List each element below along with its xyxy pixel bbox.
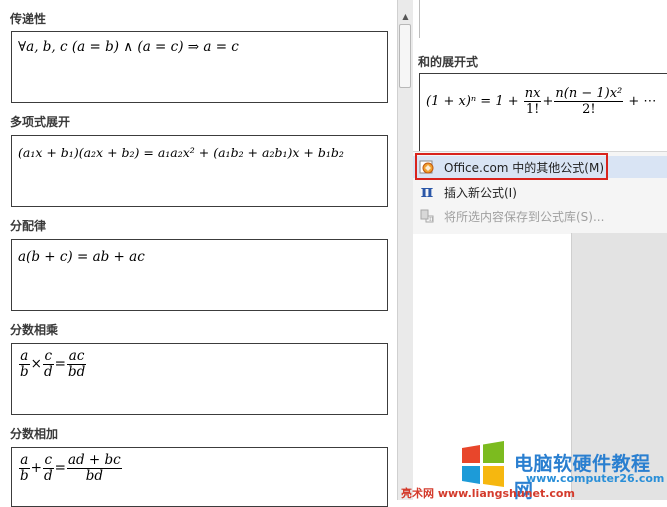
formula-transitive: ∀a, b, c (a = b) ∧ (a = c) ⇒ a = c — [18, 39, 239, 55]
frac-numerator: ad + bc — [66, 452, 122, 469]
watermark-footer: 亮术网 www.liangshunet.com — [401, 487, 575, 500]
divider — [419, 0, 420, 38]
gallery-scrollbar[interactable]: ▲ — [397, 0, 413, 500]
fraction-c-d: c d — [42, 452, 54, 484]
equation-frac-add[interactable]: a b + c d = ad + bc bd — [11, 447, 388, 507]
menu-item-insert-new-equation[interactable]: π 插入新公式(I) — [413, 181, 667, 203]
fraction-result: ac bd — [66, 348, 87, 380]
fraction-nx: nx 1! — [523, 86, 542, 117]
frac-numerator: c — [42, 348, 54, 365]
equation-gallery: 传递性 ∀a, b, c (a = b) ∧ (a = c) ⇒ a = c 多… — [0, 0, 398, 507]
section-title-frac-add: 分数相加 — [10, 427, 59, 441]
frac-numerator: n(n − 1)x² — [554, 86, 624, 102]
menu-item-office-more-equations[interactable]: Office.com 中的其他公式(M) — [413, 156, 667, 178]
equation-transitive[interactable]: ∀a, b, c (a = b) ∧ (a = c) ⇒ a = c — [11, 31, 388, 103]
frac-numerator: c — [42, 452, 54, 469]
binomial-lhs: (1 + x)ⁿ = 1 + — [426, 94, 519, 109]
binomial-tail: + ⋯ — [628, 94, 657, 109]
menu-label-save-selection: 将所选内容保存到公式库(S)... — [444, 209, 605, 224]
frac-denominator: d — [43, 364, 53, 380]
plus-sign: + — [542, 94, 554, 109]
frac-numerator: a — [19, 452, 30, 469]
frac-denominator: bd — [85, 468, 103, 484]
equation-menu: Office.com 中的其他公式(M) π 插入新公式(I) π 将所选内容保… — [413, 151, 667, 234]
section-title-polynomial: 多项式展开 — [10, 115, 71, 129]
watermark-url: www.computer26.com — [526, 472, 665, 485]
frac-denominator: b — [20, 468, 29, 484]
equals-sign: = — [54, 460, 66, 476]
svg-text:π: π — [429, 215, 434, 223]
formula-binomial: (1 + x)ⁿ = 1 + nx 1! + n(n − 1)x² 2! + ⋯ — [426, 86, 656, 117]
fraction-a-b: a b — [19, 349, 30, 380]
frac-denominator: d — [43, 468, 53, 484]
frac-denominator: 1! — [525, 102, 540, 117]
scroll-thumb[interactable] — [399, 24, 411, 88]
section-title-distributive: 分配律 — [10, 219, 47, 233]
formula-distributive: a(b + c) = ab + ac — [18, 249, 145, 265]
frac-denominator: bd — [67, 364, 86, 380]
frac-denominator: 2! — [582, 102, 596, 117]
office-formula-icon — [419, 159, 435, 175]
menu-item-save-to-gallery[interactable]: π 将所选内容保存到公式库(S)... — [413, 205, 667, 227]
frac-denominator: b — [20, 364, 29, 380]
frac-numerator: ac — [66, 348, 87, 365]
section-title-transitive: 传递性 — [10, 12, 47, 26]
fraction-a-b: a b — [19, 453, 30, 484]
plus-sign: + — [30, 460, 42, 476]
formula-frac-multiply: a b × c d = ac bd — [18, 349, 87, 380]
windows-logo-icon — [462, 441, 504, 487]
equation-frac-multiply[interactable]: a b × c d = ac bd — [11, 343, 388, 415]
menu-label-office-more: Office.com 中的其他公式(M) — [444, 160, 605, 175]
times-sign: × — [30, 356, 42, 372]
frac-numerator: a — [19, 348, 30, 365]
fraction-result: ad + bc bd — [66, 452, 122, 484]
pi-icon: π — [420, 182, 434, 202]
section-title-binomial: 和的展开式 — [418, 55, 479, 69]
equals-sign: = — [54, 356, 66, 372]
save-formula-icon: π — [419, 208, 435, 224]
fraction-second-term: n(n − 1)x² 2! — [554, 86, 624, 117]
formula-frac-add: a b + c d = ad + bc bd — [18, 453, 123, 484]
equation-distributive[interactable]: a(b + c) = ab + ac — [11, 239, 388, 311]
section-title-frac-multiply: 分数相乘 — [10, 323, 59, 337]
equation-polynomial[interactable]: (a₁x + b₁)(a₂x + b₂) = a₁a₂x² + (a₁b₂ + … — [11, 135, 388, 207]
fraction-c-d: c d — [42, 348, 54, 380]
frac-numerator: nx — [523, 86, 542, 102]
equation-binomial[interactable]: (1 + x)ⁿ = 1 + nx 1! + n(n − 1)x² 2! + ⋯ — [419, 73, 667, 151]
scroll-up-icon[interactable]: ▲ — [398, 8, 413, 24]
formula-polynomial: (a₁x + b₁)(a₂x + b₂) = a₁a₂x² + (a₁b₂ + … — [18, 145, 344, 160]
menu-label-insert-new: 插入新公式(I) — [444, 185, 517, 200]
